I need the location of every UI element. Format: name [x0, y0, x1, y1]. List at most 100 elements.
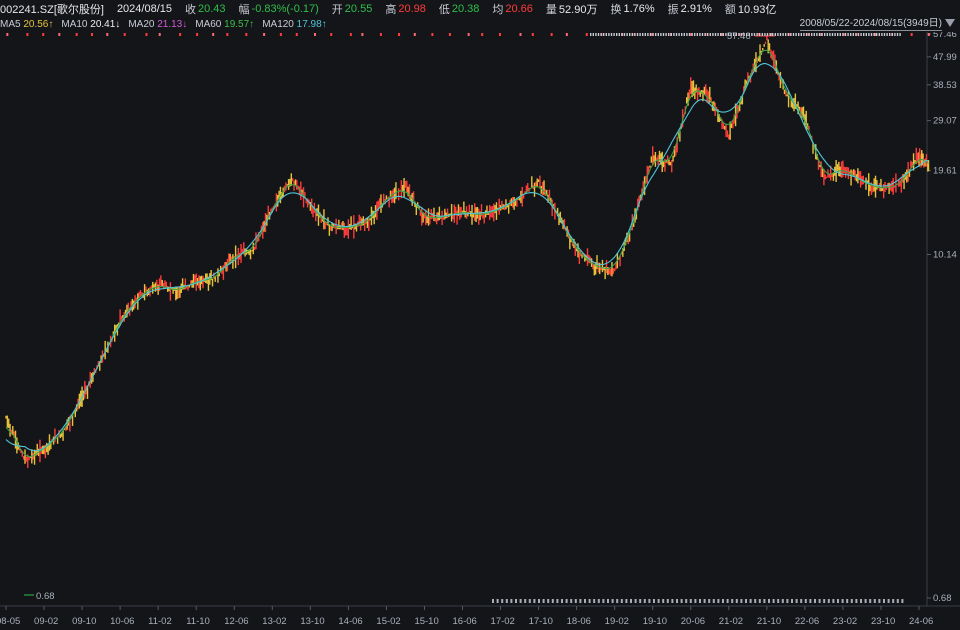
- bottom-event-marker: [892, 599, 895, 603]
- volume-value: 52.90万: [558, 3, 598, 16]
- bottom-event-marker: [850, 599, 853, 603]
- x-tick-label: 21-02: [719, 616, 743, 627]
- event-marker: [886, 33, 888, 36]
- avg-label: 均: [492, 3, 504, 16]
- range-dropdown-icon[interactable]: [945, 19, 955, 27]
- event-marker: [686, 33, 688, 36]
- event-marker: [481, 33, 484, 36]
- bottom-event-marker: [827, 599, 830, 603]
- y-tick-label: 0.68: [933, 593, 952, 604]
- event-marker: [730, 33, 732, 36]
- ma10-name: MA10: [61, 19, 88, 30]
- event-marker: [834, 33, 836, 36]
- bottom-event-marker: [855, 599, 858, 603]
- bottom-event-marker: [639, 599, 642, 603]
- bottom-event-marker: [745, 599, 747, 603]
- event-marker: [824, 33, 826, 36]
- bottom-event-marker: [501, 599, 504, 603]
- event-marker: [738, 33, 740, 36]
- x-tick-label: 23-02: [833, 616, 857, 627]
- event-marker: [649, 33, 652, 36]
- bottom-event-marker: [593, 599, 596, 603]
- bottom-event-marker: [666, 599, 669, 603]
- event-marker: [626, 33, 628, 36]
- close-label: 收: [185, 3, 196, 16]
- event-marker: [379, 33, 382, 36]
- event-marker: [448, 33, 451, 36]
- bottom-event-marker: [786, 599, 789, 603]
- x-tick-label: 20-06: [681, 616, 705, 627]
- bottom-event-marker: [542, 599, 545, 603]
- bottom-event-marker: [515, 599, 517, 603]
- event-marker: [226, 33, 229, 36]
- x-tick-label: 15-02: [376, 616, 400, 627]
- event-marker: [245, 33, 248, 36]
- event-marker: [766, 33, 769, 36]
- bottom-event-marker: [772, 599, 775, 603]
- event-marker: [772, 33, 774, 36]
- event-marker: [696, 33, 698, 36]
- event-marker: [873, 33, 875, 36]
- amplitude-label: 振: [667, 3, 679, 16]
- event-marker: [634, 33, 636, 36]
- event-marker: [816, 33, 818, 36]
- event-marker: [876, 33, 878, 36]
- date-range-selector[interactable]: 2008/05/22-2024/08/15(3949日): [799, 17, 942, 31]
- bottom-event-marker: [492, 599, 494, 603]
- price-chart[interactable]: 57.46 47.99 38.53 29.07 19.61 10.14 0.68 08-05 0…: [0, 32, 960, 630]
- ma-item-10[interactable]: MA10 20.41↓: [61, 19, 120, 30]
- event-marker: [761, 33, 763, 36]
- event-marker: [842, 33, 844, 36]
- bottom-event-marker: [722, 599, 724, 603]
- bottom-event-marker: [648, 599, 651, 603]
- event-marker: [860, 33, 862, 36]
- event-marker: [790, 33, 792, 36]
- ma-item-120[interactable]: MA120 17.98↑: [262, 19, 327, 30]
- event-marker: [889, 33, 891, 36]
- event-marker: [688, 33, 691, 36]
- turnover-value: 1.76%: [623, 2, 655, 15]
- bottom-event-marker: [519, 599, 522, 603]
- event-marker: [857, 33, 860, 36]
- event-marker: [349, 33, 352, 36]
- event-marker: [694, 33, 696, 36]
- open-label: 开: [331, 3, 343, 16]
- ma-item-20[interactable]: MA20 21.13↓: [128, 19, 187, 30]
- bottom-event-marker: [643, 599, 646, 603]
- bottom-event-marker: [726, 599, 729, 603]
- bottom-event-marker: [818, 599, 821, 603]
- event-marker: [629, 33, 631, 36]
- ma-item-60[interactable]: MA60 19.57↑: [195, 19, 254, 30]
- x-tick-label: 13-10: [300, 616, 324, 627]
- event-marker: [727, 33, 730, 36]
- event-marker: [740, 33, 743, 36]
- bottom-event-marker: [551, 599, 554, 603]
- bottom-event-marker: [873, 599, 876, 603]
- bottom-event-marker: [630, 599, 632, 603]
- y-tick-label: 10.14: [933, 250, 957, 261]
- event-marker: [603, 33, 605, 36]
- avg-value: 20.66: [505, 2, 533, 15]
- event-marker: [927, 33, 930, 36]
- bottom-event-marker: [878, 599, 881, 603]
- event-marker: [621, 33, 623, 36]
- event-marker: [106, 33, 109, 36]
- ma-item-5[interactable]: MA5 20.56↑: [0, 19, 53, 30]
- x-tick-label: 12-06: [224, 616, 248, 627]
- bottom-event-marker: [740, 599, 743, 603]
- event-marker: [263, 33, 266, 36]
- event-marker: [787, 33, 789, 36]
- bottom-event-marker: [749, 599, 752, 603]
- stock-code[interactable]: 002241.SZ[歌尔股份]: [0, 1, 104, 17]
- bottom-event-marker: [579, 599, 582, 603]
- ma60-value: 19.57↑: [224, 19, 255, 30]
- bottom-event-marker: [735, 599, 738, 603]
- ma120-name: MA120: [262, 19, 294, 30]
- x-tick-label: 23-10: [871, 616, 895, 627]
- event-marker: [891, 33, 893, 36]
- event-marker: [701, 33, 704, 36]
- y-tick-label: 57.46: [933, 32, 957, 40]
- event-marker: [398, 33, 401, 36]
- event-marker: [865, 33, 867, 36]
- amplitude-value: 2.91%: [680, 2, 712, 15]
